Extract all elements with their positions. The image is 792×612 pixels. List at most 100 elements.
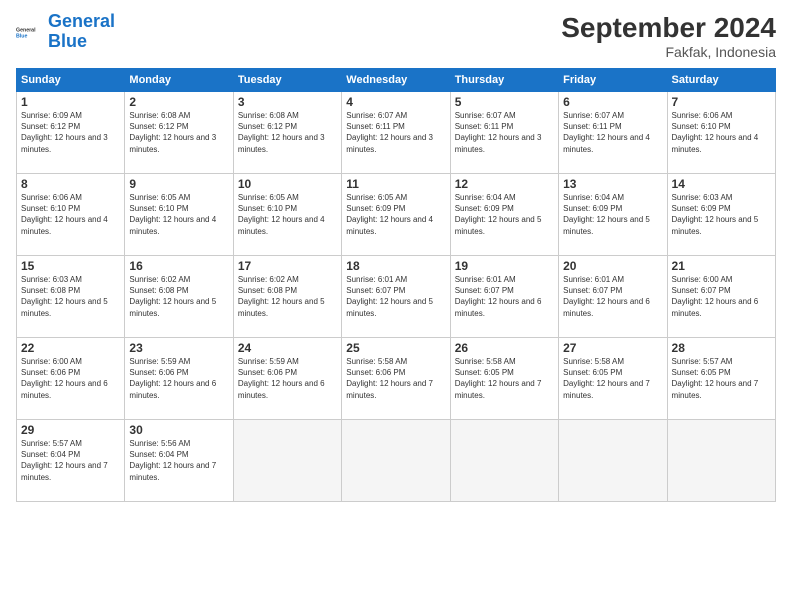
sunset-text: Sunset: 6:12 PM [21, 122, 80, 131]
day-number: 2 [129, 95, 228, 109]
day-number: 15 [21, 259, 120, 273]
table-row: 4 Sunrise: 6:07 AM Sunset: 6:11 PM Dayli… [342, 92, 450, 174]
table-row: 11 Sunrise: 6:05 AM Sunset: 6:09 PM Dayl… [342, 174, 450, 256]
day-info: Sunrise: 6:00 AM Sunset: 6:06 PM Dayligh… [21, 356, 120, 401]
day-info: Sunrise: 6:02 AM Sunset: 6:08 PM Dayligh… [129, 274, 228, 319]
sunset-text: Sunset: 6:12 PM [129, 122, 188, 131]
day-info: Sunrise: 5:57 AM Sunset: 6:05 PM Dayligh… [672, 356, 771, 401]
table-row: 12 Sunrise: 6:04 AM Sunset: 6:09 PM Dayl… [450, 174, 558, 256]
month-title: September 2024 [561, 12, 776, 44]
sunset-text: Sunset: 6:11 PM [563, 122, 622, 131]
table-row: 1 Sunrise: 6:09 AM Sunset: 6:12 PM Dayli… [17, 92, 125, 174]
logo-line2: Blue [48, 31, 87, 51]
table-row: 24 Sunrise: 5:59 AM Sunset: 6:06 PM Dayl… [233, 338, 341, 420]
sunset-text: Sunset: 6:07 PM [563, 286, 622, 295]
daylight-text: Daylight: 12 hours and 6 minutes. [672, 297, 759, 317]
sunset-text: Sunset: 6:09 PM [672, 204, 731, 213]
day-info: Sunrise: 6:08 AM Sunset: 6:12 PM Dayligh… [238, 110, 337, 155]
table-row: 26 Sunrise: 5:58 AM Sunset: 6:05 PM Dayl… [450, 338, 558, 420]
sunset-text: Sunset: 6:06 PM [346, 368, 405, 377]
svg-text:Blue: Blue [16, 33, 27, 39]
daylight-text: Daylight: 12 hours and 5 minutes. [455, 215, 542, 235]
table-row [233, 420, 341, 502]
sunset-text: Sunset: 6:11 PM [455, 122, 514, 131]
day-number: 24 [238, 341, 337, 355]
day-info: Sunrise: 6:03 AM Sunset: 6:09 PM Dayligh… [672, 192, 771, 237]
day-info: Sunrise: 5:57 AM Sunset: 6:04 PM Dayligh… [21, 438, 120, 483]
table-row: 15 Sunrise: 6:03 AM Sunset: 6:08 PM Dayl… [17, 256, 125, 338]
col-monday: Monday [125, 69, 233, 92]
table-row: 5 Sunrise: 6:07 AM Sunset: 6:11 PM Dayli… [450, 92, 558, 174]
day-info: Sunrise: 6:05 AM Sunset: 6:10 PM Dayligh… [129, 192, 228, 237]
table-row: 3 Sunrise: 6:08 AM Sunset: 6:12 PM Dayli… [233, 92, 341, 174]
day-info: Sunrise: 5:59 AM Sunset: 6:06 PM Dayligh… [129, 356, 228, 401]
sunset-text: Sunset: 6:08 PM [129, 286, 188, 295]
sunrise-text: Sunrise: 6:00 AM [672, 275, 733, 284]
daylight-text: Daylight: 12 hours and 4 minutes. [346, 215, 433, 235]
day-info: Sunrise: 6:08 AM Sunset: 6:12 PM Dayligh… [129, 110, 228, 155]
day-info: Sunrise: 6:01 AM Sunset: 6:07 PM Dayligh… [563, 274, 662, 319]
day-info: Sunrise: 6:00 AM Sunset: 6:07 PM Dayligh… [672, 274, 771, 319]
daylight-text: Daylight: 12 hours and 3 minutes. [346, 133, 433, 153]
daylight-text: Daylight: 12 hours and 7 minutes. [21, 461, 108, 481]
daylight-text: Daylight: 12 hours and 6 minutes. [238, 379, 325, 399]
sunset-text: Sunset: 6:08 PM [238, 286, 297, 295]
sunset-text: Sunset: 6:07 PM [672, 286, 731, 295]
sunset-text: Sunset: 6:09 PM [455, 204, 514, 213]
sunrise-text: Sunrise: 6:05 AM [346, 193, 407, 202]
table-row: 6 Sunrise: 6:07 AM Sunset: 6:11 PM Dayli… [559, 92, 667, 174]
daylight-text: Daylight: 12 hours and 4 minutes. [672, 133, 759, 153]
day-info: Sunrise: 6:02 AM Sunset: 6:08 PM Dayligh… [238, 274, 337, 319]
sunset-text: Sunset: 6:11 PM [346, 122, 405, 131]
page: General Blue General Blue September 2024… [0, 0, 792, 612]
daylight-text: Daylight: 12 hours and 7 minutes. [129, 461, 216, 481]
sunrise-text: Sunrise: 6:08 AM [238, 111, 299, 120]
daylight-text: Daylight: 12 hours and 5 minutes. [129, 297, 216, 317]
table-row: 22 Sunrise: 6:00 AM Sunset: 6:06 PM Dayl… [17, 338, 125, 420]
calendar-week-row: 1 Sunrise: 6:09 AM Sunset: 6:12 PM Dayli… [17, 92, 776, 174]
table-row [667, 420, 775, 502]
daylight-text: Daylight: 12 hours and 6 minutes. [563, 297, 650, 317]
title-block: September 2024 Fakfak, Indonesia [561, 12, 776, 60]
sunset-text: Sunset: 6:08 PM [21, 286, 80, 295]
sunrise-text: Sunrise: 6:03 AM [672, 193, 733, 202]
sunset-text: Sunset: 6:10 PM [21, 204, 80, 213]
daylight-text: Daylight: 12 hours and 3 minutes. [129, 133, 216, 153]
sunset-text: Sunset: 6:04 PM [21, 450, 80, 459]
day-info: Sunrise: 6:05 AM Sunset: 6:10 PM Dayligh… [238, 192, 337, 237]
daylight-text: Daylight: 12 hours and 5 minutes. [672, 215, 759, 235]
table-row: 28 Sunrise: 5:57 AM Sunset: 6:05 PM Dayl… [667, 338, 775, 420]
day-number: 11 [346, 177, 445, 191]
calendar-week-row: 15 Sunrise: 6:03 AM Sunset: 6:08 PM Dayl… [17, 256, 776, 338]
sunrise-text: Sunrise: 5:58 AM [346, 357, 407, 366]
sunset-text: Sunset: 6:09 PM [346, 204, 405, 213]
table-row: 14 Sunrise: 6:03 AM Sunset: 6:09 PM Dayl… [667, 174, 775, 256]
sunrise-text: Sunrise: 6:01 AM [346, 275, 407, 284]
table-row [342, 420, 450, 502]
day-number: 18 [346, 259, 445, 273]
sunrise-text: Sunrise: 5:59 AM [129, 357, 190, 366]
daylight-text: Daylight: 12 hours and 5 minutes. [21, 297, 108, 317]
table-row: 2 Sunrise: 6:08 AM Sunset: 6:12 PM Dayli… [125, 92, 233, 174]
sunrise-text: Sunrise: 6:05 AM [238, 193, 299, 202]
col-friday: Friday [559, 69, 667, 92]
day-info: Sunrise: 6:09 AM Sunset: 6:12 PM Dayligh… [21, 110, 120, 155]
day-info: Sunrise: 6:06 AM Sunset: 6:10 PM Dayligh… [21, 192, 120, 237]
col-wednesday: Wednesday [342, 69, 450, 92]
day-number: 23 [129, 341, 228, 355]
sunrise-text: Sunrise: 6:07 AM [563, 111, 624, 120]
daylight-text: Daylight: 12 hours and 6 minutes. [455, 297, 542, 317]
col-thursday: Thursday [450, 69, 558, 92]
day-number: 3 [238, 95, 337, 109]
table-row: 16 Sunrise: 6:02 AM Sunset: 6:08 PM Dayl… [125, 256, 233, 338]
day-number: 7 [672, 95, 771, 109]
sunrise-text: Sunrise: 6:05 AM [129, 193, 190, 202]
daylight-text: Daylight: 12 hours and 4 minutes. [21, 215, 108, 235]
day-info: Sunrise: 6:04 AM Sunset: 6:09 PM Dayligh… [563, 192, 662, 237]
logo-line1: General [48, 11, 115, 31]
table-row: 8 Sunrise: 6:06 AM Sunset: 6:10 PM Dayli… [17, 174, 125, 256]
table-row: 13 Sunrise: 6:04 AM Sunset: 6:09 PM Dayl… [559, 174, 667, 256]
daylight-text: Daylight: 12 hours and 6 minutes. [129, 379, 216, 399]
table-row: 29 Sunrise: 5:57 AM Sunset: 6:04 PM Dayl… [17, 420, 125, 502]
table-row: 19 Sunrise: 6:01 AM Sunset: 6:07 PM Dayl… [450, 256, 558, 338]
